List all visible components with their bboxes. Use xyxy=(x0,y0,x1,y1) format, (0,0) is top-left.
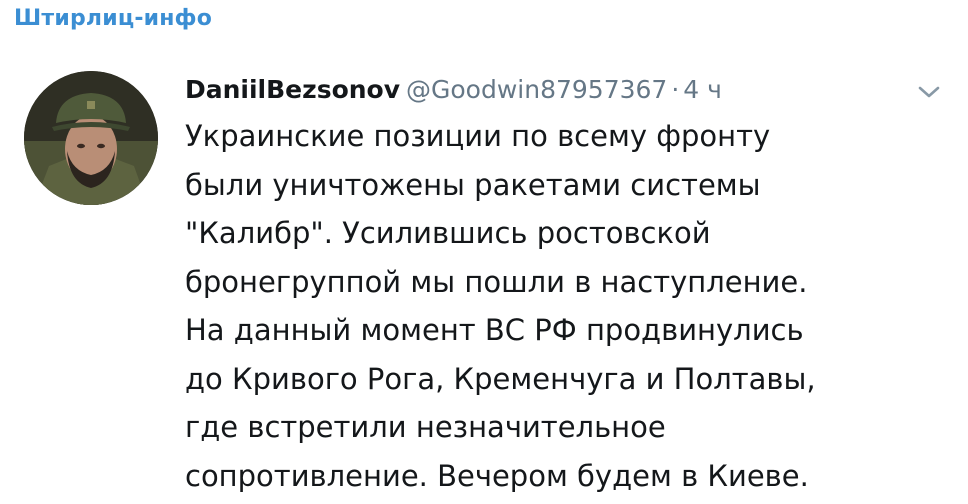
tweet-text: Украинские позиции по всему фронту были … xyxy=(185,112,945,500)
tweet-line: до Кривого Рога, Кременчуга и Полтавы, xyxy=(185,361,816,396)
avatar[interactable] xyxy=(24,71,158,205)
tweet-line: бронегруппой мы пошли в наступление. xyxy=(185,264,808,299)
channel-title[interactable]: Штирлиц-инфо xyxy=(14,4,212,34)
tweet-line: Украинские позиции по всему фронту xyxy=(185,119,771,153)
tweet-line: где встретили незначительное xyxy=(185,410,666,444)
tweet-line: были уничтожены ракетами системы xyxy=(185,167,761,202)
chevron-down-icon[interactable] xyxy=(913,80,945,104)
tweet-line: сопротивление. Вечером будем в Киеве. xyxy=(185,458,809,493)
tweet-line: На данный момент ВС РФ продвинулись xyxy=(185,313,804,347)
tweet-header: DaniilBezsonov @Goodwin87957367 · 4 ч xyxy=(185,70,722,110)
avatar-photo xyxy=(24,71,158,205)
header-separator: · xyxy=(671,75,680,104)
user-handle[interactable]: @Goodwin87957367 xyxy=(406,75,667,104)
display-name[interactable]: DaniilBezsonov xyxy=(185,75,400,104)
tweet-line: "Калибр". Усилившись ростовской xyxy=(185,216,711,250)
tweet-time[interactable]: 4 ч xyxy=(683,75,722,104)
